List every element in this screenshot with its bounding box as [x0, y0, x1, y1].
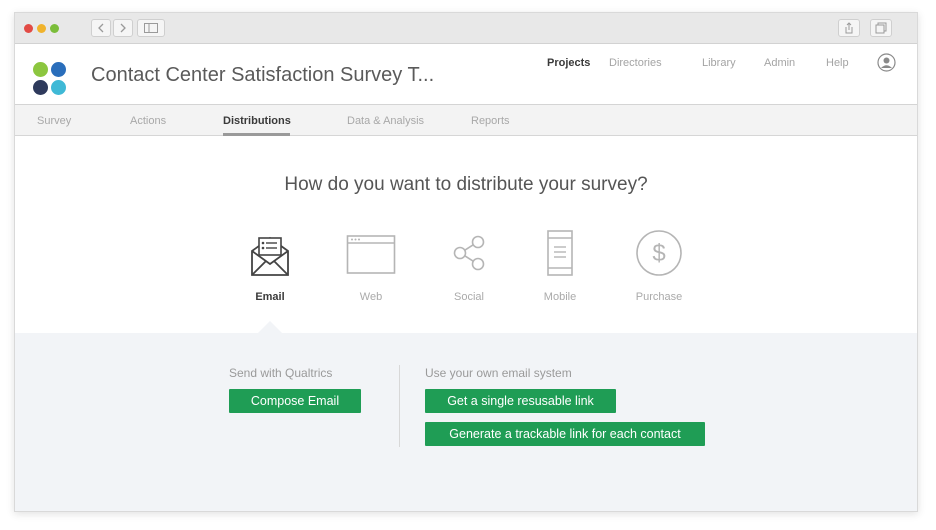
- distribution-option-label: Social: [454, 291, 484, 303]
- own-email-section-label: Use your own email system: [425, 366, 572, 380]
- qualtrics-logo[interactable]: [33, 62, 67, 96]
- nav-help[interactable]: Help: [826, 57, 849, 69]
- tab-reports[interactable]: Reports: [471, 115, 510, 127]
- share-icon: [453, 235, 485, 271]
- trackable-link-button[interactable]: Generate a trackable link for each conta…: [425, 422, 705, 446]
- page-question: How do you want to distribute your surve…: [284, 174, 648, 195]
- dollar-icon: $: [636, 230, 682, 276]
- distribution-option-label: Web: [359, 291, 383, 303]
- distribution-option-label: Mobile: [543, 291, 577, 303]
- distribution-option-purchase[interactable]: $ Purchase: [624, 229, 694, 309]
- minimize-window-button[interactable]: [37, 24, 46, 33]
- tabs-icon: [875, 22, 887, 34]
- single-reusable-link-button[interactable]: Get a single resusable link: [425, 389, 616, 413]
- distribution-option-email[interactable]: Email: [235, 229, 305, 309]
- nav-directories[interactable]: Directories: [609, 57, 662, 69]
- distribution-option-web[interactable]: Web: [336, 229, 406, 309]
- project-tabs: Survey Actions Distributions Data & Anal…: [15, 105, 917, 136]
- browser-window-icon: [346, 235, 396, 274]
- tab-survey[interactable]: Survey: [37, 115, 71, 127]
- tab-actions[interactable]: Actions: [130, 115, 166, 127]
- chevron-right-icon: [120, 23, 126, 33]
- close-window-button[interactable]: [24, 24, 33, 33]
- user-avatar-icon[interactable]: [877, 53, 896, 72]
- distribution-option-label: Purchase: [635, 291, 683, 303]
- distribution-option-label: Email: [255, 291, 285, 303]
- browser-window: Contact Center Satisfaction Survey T... …: [14, 12, 918, 512]
- tabs-overview-button[interactable]: [870, 19, 892, 37]
- share-page-button[interactable]: [838, 19, 860, 37]
- envelope-icon: [251, 236, 289, 276]
- nav-projects[interactable]: Projects: [547, 57, 590, 69]
- compose-email-button[interactable]: Compose Email: [229, 389, 361, 413]
- browser-toolbar: [15, 13, 917, 44]
- nav-admin[interactable]: Admin: [764, 57, 795, 69]
- qualtrics-section-label: Send with Qualtrics: [229, 366, 333, 380]
- sidebar-icon: [144, 23, 158, 33]
- selected-option-pointer: [258, 321, 282, 333]
- zoom-window-button[interactable]: [50, 24, 59, 33]
- svg-text:$: $: [652, 240, 665, 267]
- back-button[interactable]: [91, 19, 111, 37]
- share-up-icon: [845, 22, 853, 34]
- tab-distributions[interactable]: Distributions: [223, 115, 291, 127]
- distribution-option-mobile[interactable]: Mobile: [525, 229, 595, 309]
- sidebar-toggle-button[interactable]: [137, 19, 165, 37]
- app-header: Contact Center Satisfaction Survey T... …: [15, 44, 917, 105]
- distribution-option-social[interactable]: Social: [434, 229, 504, 309]
- mobile-phone-icon: [547, 230, 573, 276]
- chevron-left-icon: [98, 23, 104, 33]
- section-divider: [399, 365, 400, 447]
- project-title: Contact Center Satisfaction Survey T...: [91, 64, 435, 86]
- tab-data-analysis[interactable]: Data & Analysis: [347, 115, 424, 127]
- nav-library[interactable]: Library: [702, 57, 736, 69]
- distribution-chooser: How do you want to distribute your surve…: [15, 136, 917, 333]
- forward-button[interactable]: [113, 19, 133, 37]
